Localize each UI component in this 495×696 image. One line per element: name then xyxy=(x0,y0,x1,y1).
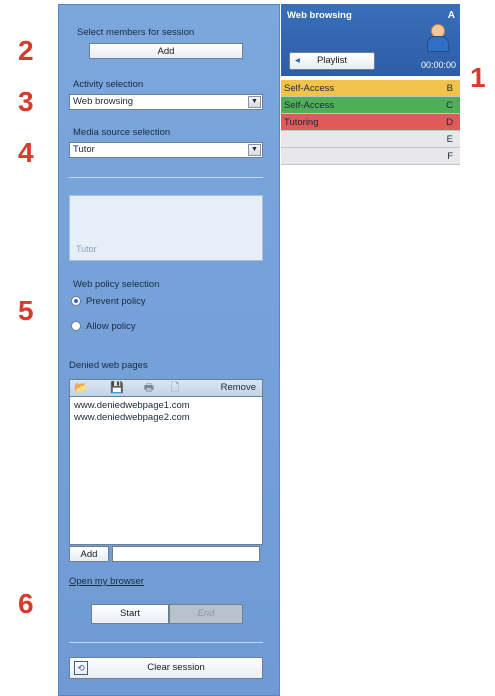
new-document-icon[interactable]: 🗋 xyxy=(168,381,182,395)
activity-select[interactable]: Web browsing ▼ xyxy=(69,94,263,110)
chevron-down-icon[interactable]: ▼ xyxy=(248,96,261,108)
allow-policy-radio[interactable] xyxy=(71,321,81,331)
save-icon[interactable]: 💾 xyxy=(110,381,124,395)
divider xyxy=(69,642,263,643)
chevron-down-icon[interactable]: ▼ xyxy=(248,144,261,156)
add-members-button[interactable]: Add xyxy=(89,43,243,59)
arrow-left-icon: ◂ xyxy=(295,55,300,66)
prevent-policy-label[interactable]: Prevent policy xyxy=(86,296,146,307)
group-row-e[interactable]: E xyxy=(281,131,460,148)
clear-session-button[interactable]: ⟲ Clear session xyxy=(69,657,263,679)
list-item[interactable]: www.deniedwebpage2.com xyxy=(74,412,258,424)
members-label: Select members for session xyxy=(77,27,195,38)
callout-4: 4 xyxy=(18,137,34,168)
allow-policy-label[interactable]: Allow policy xyxy=(86,321,136,332)
add-denied-button[interactable]: Add xyxy=(69,546,109,562)
group-row-c[interactable]: Self-Access C xyxy=(281,97,460,114)
prevent-policy-radio[interactable] xyxy=(71,296,81,306)
media-select-value: Tutor xyxy=(73,144,95,155)
session-timer: 00:00:00 xyxy=(420,60,456,70)
open-browser-link[interactable]: Open my browser xyxy=(69,576,144,587)
policy-label: Web policy selection xyxy=(73,279,160,290)
clear-session-icon: ⟲ xyxy=(74,661,88,675)
group-row-letter: F xyxy=(447,151,453,162)
group-row-letter: D xyxy=(446,117,453,128)
divider xyxy=(69,177,263,178)
add-row: Add xyxy=(69,545,263,563)
list-item[interactable]: www.deniedwebpage1.com xyxy=(74,400,258,412)
print-icon[interactable]: 🖶 xyxy=(142,381,156,395)
playlist-label: Playlist xyxy=(316,55,348,66)
group-row-letter: B xyxy=(446,83,453,94)
activity-title: Web browsing xyxy=(287,10,352,21)
group-row-label: Tutoring xyxy=(284,117,319,128)
group-row-b[interactable]: Self-Access B xyxy=(281,80,460,97)
remove-button[interactable]: Remove xyxy=(221,382,256,393)
callout-1: 1 xyxy=(470,62,486,93)
end-button[interactable]: End xyxy=(169,604,243,624)
callout-6: 6 xyxy=(18,588,34,619)
media-label: Media source selection xyxy=(73,127,171,138)
start-button[interactable]: Start xyxy=(91,604,169,624)
denied-url-input[interactable] xyxy=(112,546,260,562)
media-preview: Tutor xyxy=(69,195,263,261)
session-panel: Select members for session Add Activity … xyxy=(58,4,280,696)
open-folder-icon[interactable]: 📂 xyxy=(74,381,88,395)
activity-select-value: Web browsing xyxy=(73,96,134,107)
denied-toolbar: 📂 💾 🖶 🗋 Remove xyxy=(69,379,263,397)
activity-header: Web browsing A ◂ Playlist 00:00:00 xyxy=(281,4,460,76)
activity-label: Activity selection xyxy=(73,79,144,90)
group-letter: A xyxy=(447,10,455,21)
group-row-label: Self-Access xyxy=(284,83,335,94)
callout-3: 3 xyxy=(18,86,34,117)
user-avatar-icon xyxy=(426,24,449,52)
playlist-button[interactable]: ◂ Playlist xyxy=(289,52,375,70)
group-row-label: Self-Access xyxy=(284,100,335,111)
group-row-f[interactable]: F xyxy=(281,148,460,165)
denied-label: Denied web pages xyxy=(69,360,148,371)
group-row-letter: C xyxy=(446,100,453,111)
media-select[interactable]: Tutor ▼ xyxy=(69,142,263,158)
preview-caption: Tutor xyxy=(76,244,97,254)
group-row-d[interactable]: Tutoring D xyxy=(281,114,460,131)
clear-session-label: Clear session xyxy=(147,662,205,673)
group-row-letter: E xyxy=(446,134,453,145)
callout-5: 5 xyxy=(18,295,34,326)
denied-pages-list[interactable]: www.deniedwebpage1.com www.deniedwebpage… xyxy=(69,397,263,545)
callout-2: 2 xyxy=(18,35,34,66)
